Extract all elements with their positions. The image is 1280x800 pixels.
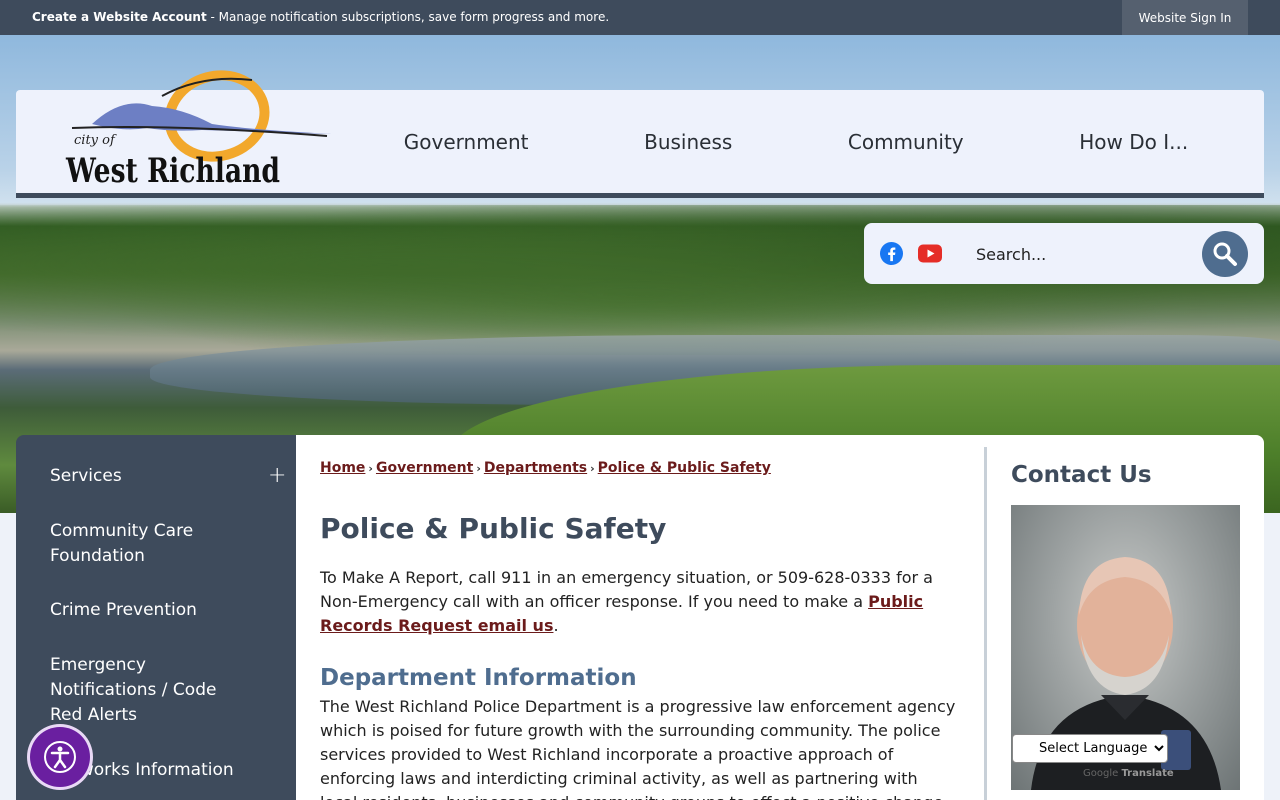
logo-name: West Richland xyxy=(65,151,280,191)
nav-government[interactable]: Government xyxy=(404,130,529,154)
contact-title: Contact Us xyxy=(1011,462,1152,488)
translate-label: Translate xyxy=(1121,768,1174,779)
breadcrumb-departments[interactable]: Departments xyxy=(484,460,587,476)
powered-by-google: Google Translate xyxy=(1083,768,1174,779)
department-info-text: The West Richland Police Department is a… xyxy=(320,697,956,800)
search-icon xyxy=(1213,242,1237,266)
intro-end: . xyxy=(553,616,559,635)
section-title: Department Information xyxy=(320,665,637,691)
column-divider xyxy=(984,447,987,800)
create-account-message: Create a Website Account - Manage notifi… xyxy=(32,10,609,24)
breadcrumb-separator: › xyxy=(368,462,373,475)
sidebar-item-crime-prevention[interactable]: Crime Prevention xyxy=(50,598,250,623)
youtube-icon[interactable] xyxy=(918,244,942,263)
google-label: Google xyxy=(1083,768,1119,779)
facebook-icon[interactable] xyxy=(880,242,903,265)
sidebar-item-services[interactable]: Services xyxy=(50,464,250,489)
sign-in-button[interactable]: Website Sign In xyxy=(1122,0,1248,35)
accessibility-icon xyxy=(44,741,76,773)
create-account-link[interactable]: Create a Website Account xyxy=(32,10,207,24)
top-bar: Create a Website Account - Manage notifi… xyxy=(0,0,1280,35)
breadcrumb-government[interactable]: Government xyxy=(376,460,473,476)
city-logo[interactable]: city of West Richland xyxy=(52,66,332,191)
breadcrumb-police[interactable]: Police & Public Safety xyxy=(598,460,771,476)
create-account-desc: - Manage notification subscriptions, sav… xyxy=(206,10,610,24)
page-title: Police & Public Safety xyxy=(320,512,667,545)
search-card xyxy=(864,223,1264,284)
sidebar-item-emergency-notifications[interactable]: Emergency Notifications / Code Red Alert… xyxy=(50,653,250,728)
main-nav: Government Business Community How Do I..… xyxy=(346,90,1246,193)
nav-how-do-i[interactable]: How Do I... xyxy=(1079,130,1188,154)
search-button[interactable] xyxy=(1202,231,1248,277)
breadcrumb: Home › Government › Departments › Police & Pub… xyxy=(320,460,771,476)
search-input[interactable] xyxy=(976,239,1186,269)
expand-toggle[interactable]: + xyxy=(268,463,286,488)
accessibility-button[interactable] xyxy=(30,727,90,787)
sidebar-item-community-care[interactable]: Community Care Foundation xyxy=(50,519,250,569)
language-select[interactable]: Select Language xyxy=(1012,734,1168,763)
nav-community[interactable]: Community xyxy=(848,130,964,154)
breadcrumb-separator: › xyxy=(476,462,481,475)
nav-business[interactable]: Business xyxy=(644,130,732,154)
intro-paragraph: To Make A Report, call 911 in an emergen… xyxy=(320,566,960,638)
breadcrumb-separator: › xyxy=(590,462,595,475)
logo-city-of: city of xyxy=(74,133,117,148)
breadcrumb-home[interactable]: Home xyxy=(320,460,365,476)
site-header: city of West Richland Government Busines… xyxy=(16,70,1264,198)
intro-text: To Make A Report, call 911 in an emergen… xyxy=(320,568,933,611)
